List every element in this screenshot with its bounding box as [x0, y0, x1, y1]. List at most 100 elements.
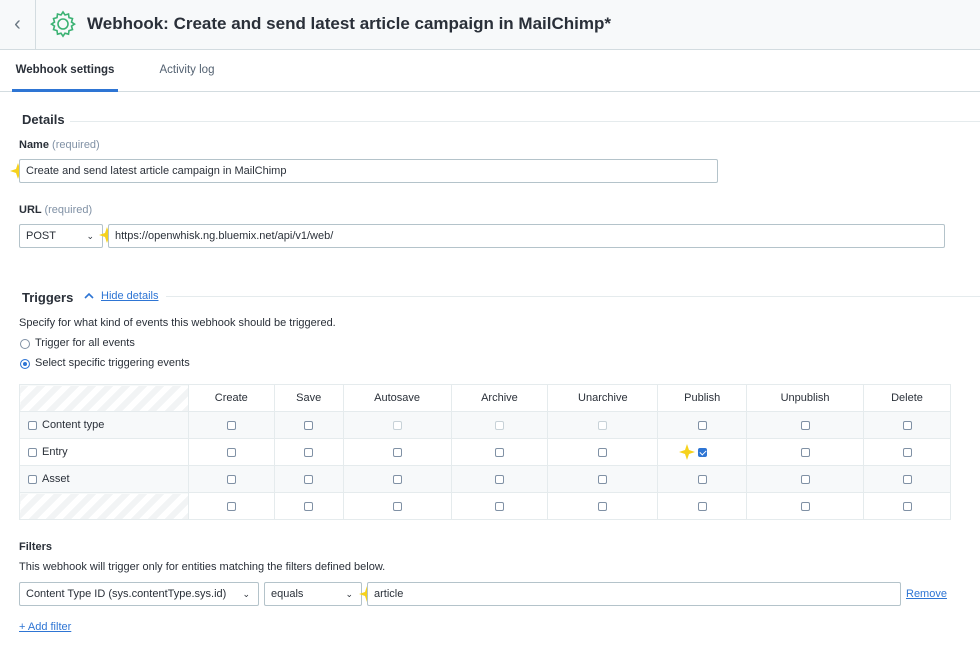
event-cell	[746, 492, 864, 520]
tab-webhook-settings[interactable]: Webhook settings	[12, 50, 118, 92]
event-checkbox	[598, 420, 608, 430]
page-title: Webhook: Create and send latest article …	[87, 14, 611, 33]
url-input[interactable]: https://openwhisk.ng.bluemix.net/api/v1/…	[108, 224, 945, 248]
row-select-checkbox[interactable]	[28, 420, 37, 430]
chevron-down-icon: ⌄	[242, 589, 250, 599]
event-checkbox[interactable]	[697, 501, 707, 511]
event-cell	[450, 438, 549, 466]
trigger-specific-label: Select specific triggering events	[35, 357, 190, 369]
event-checkbox[interactable]	[494, 501, 504, 511]
event-checkbox[interactable]	[226, 447, 236, 457]
event-checkbox[interactable]	[598, 447, 608, 457]
event-checkbox[interactable]	[226, 474, 236, 484]
row-label: Content type	[19, 411, 189, 439]
event-cell	[863, 411, 951, 439]
event-checkbox[interactable]	[598, 474, 608, 484]
chevron-down-icon: ⌄	[345, 589, 353, 599]
event-checkbox[interactable]	[902, 420, 912, 430]
column-header: Save	[273, 384, 344, 412]
event-checkbox[interactable]	[304, 474, 314, 484]
row-select-checkbox[interactable]	[28, 474, 37, 484]
event-checkbox[interactable]	[800, 420, 810, 430]
http-method-select[interactable]: POST ⌄	[19, 224, 103, 248]
trigger-specific-radio[interactable]	[20, 359, 30, 369]
event-checkbox[interactable]	[697, 420, 707, 430]
event-checkbox[interactable]	[902, 447, 912, 457]
event-checkbox[interactable]	[800, 474, 810, 484]
remove-filter-link[interactable]: Remove	[906, 588, 947, 600]
event-checkbox	[494, 420, 504, 430]
row-label: Entry	[19, 438, 189, 466]
event-checkbox[interactable]	[392, 474, 402, 484]
event-cell	[273, 465, 344, 493]
event-cell	[187, 411, 275, 439]
event-cell	[450, 411, 549, 439]
table-row	[19, 492, 951, 520]
column-header: Unarchive	[547, 384, 659, 412]
filters-heading: Filters	[19, 541, 53, 553]
name-input[interactable]: Create and send latest article campaign …	[19, 159, 718, 183]
event-cell	[187, 465, 275, 493]
event-checkbox[interactable]	[304, 501, 314, 511]
name-label: Name (required)	[19, 139, 100, 151]
trigger-events-table: Create Save Autosave Archive Unarchive P…	[19, 384, 951, 520]
event-cell	[657, 411, 748, 439]
url-label: URL (required)	[19, 204, 93, 216]
table-row: Asset	[19, 465, 951, 493]
column-header: Create	[187, 384, 275, 412]
row-label: Asset	[19, 465, 189, 493]
event-cell	[547, 411, 659, 439]
trigger-all-radio[interactable]	[20, 339, 30, 349]
table-row: Content type	[19, 411, 951, 439]
chevron-left-icon: ‹	[14, 13, 21, 35]
filter-field-select[interactable]: Content Type ID (sys.contentType.sys.id)…	[19, 582, 259, 606]
event-cell	[863, 438, 951, 466]
event-checkbox[interactable]	[598, 501, 608, 511]
filters-description: This webhook will trigger only for entit…	[19, 561, 386, 573]
event-cell	[863, 492, 951, 520]
tab-bar: Webhook settings Activity log	[0, 50, 980, 92]
row-label	[19, 492, 189, 520]
event-cell	[342, 438, 452, 466]
details-divider	[70, 121, 980, 122]
event-checkbox[interactable]	[902, 474, 912, 484]
event-checkbox[interactable]	[392, 447, 402, 457]
details-heading: Details	[22, 112, 65, 127]
event-checkbox[interactable]	[800, 501, 810, 511]
event-checkbox[interactable]	[800, 447, 810, 457]
triggers-description: Specify for what kind of events this web…	[19, 317, 336, 329]
event-cell	[547, 492, 659, 520]
event-checkbox[interactable]	[304, 420, 314, 430]
event-cell	[746, 438, 864, 466]
table-corner	[19, 384, 189, 412]
event-cell	[547, 438, 659, 466]
event-checkbox[interactable]	[226, 501, 236, 511]
event-checkbox[interactable]	[697, 474, 707, 484]
event-checkbox[interactable]	[697, 447, 707, 457]
event-cell	[342, 411, 452, 439]
event-checkbox[interactable]	[902, 501, 912, 511]
row-select-checkbox[interactable]	[28, 447, 37, 457]
chevron-up-icon[interactable]	[84, 292, 94, 300]
back-button[interactable]: ‹	[0, 0, 36, 49]
event-checkbox	[392, 420, 402, 430]
event-cell	[450, 492, 549, 520]
event-checkbox[interactable]	[304, 447, 314, 457]
event-checkbox[interactable]	[494, 447, 504, 457]
row-label-text: Content type	[42, 419, 105, 431]
hide-details-link[interactable]: Hide details	[101, 290, 158, 302]
event-cell	[547, 465, 659, 493]
column-header: Unpublish	[746, 384, 864, 412]
add-filter-link[interactable]: + Add filter	[19, 621, 71, 633]
triggers-divider	[166, 296, 980, 297]
filter-operator-select[interactable]: equals ⌄	[264, 582, 362, 606]
page-header: ‹ Webhook: Create and send latest articl…	[0, 0, 980, 50]
tab-activity-log[interactable]: Activity log	[150, 50, 224, 92]
event-cell	[342, 492, 452, 520]
event-checkbox[interactable]	[392, 501, 402, 511]
event-checkbox[interactable]	[226, 420, 236, 430]
row-label-text: Asset	[42, 473, 70, 485]
event-cell	[863, 465, 951, 493]
event-checkbox[interactable]	[494, 474, 504, 484]
filter-value-input[interactable]: article	[367, 582, 901, 606]
